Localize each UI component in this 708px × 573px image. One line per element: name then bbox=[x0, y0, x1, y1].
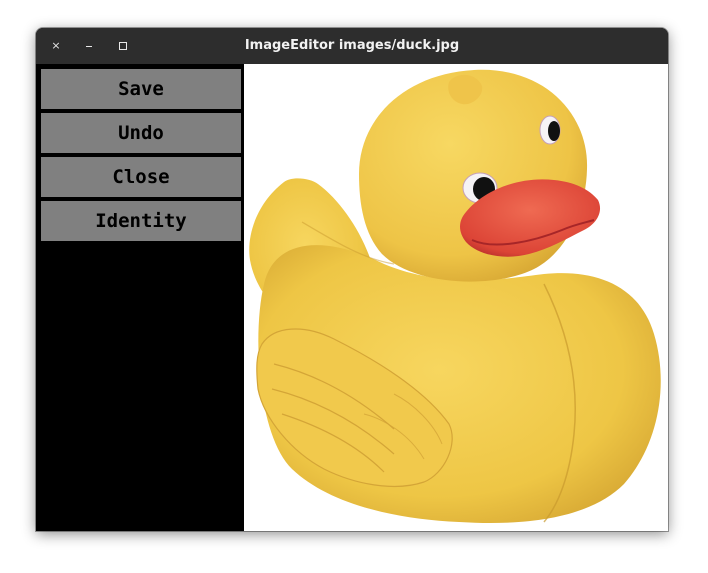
maximize-window-button[interactable] bbox=[116, 39, 130, 53]
duck-image bbox=[244, 64, 668, 531]
undo-button[interactable]: Undo bbox=[41, 113, 241, 153]
title-bar[interactable]: × ImageEditor images/duck.jpg bbox=[36, 28, 668, 64]
content-area: Save Undo Close Identity bbox=[36, 64, 668, 531]
image-editor-window: × ImageEditor images/duck.jpg Save Undo … bbox=[36, 28, 668, 531]
close-icon: × bbox=[51, 39, 61, 52]
sidebar: Save Undo Close Identity bbox=[36, 64, 244, 531]
maximize-icon bbox=[119, 42, 127, 50]
image-canvas[interactable] bbox=[244, 64, 668, 531]
close-button[interactable]: Close bbox=[41, 157, 241, 197]
window-title: ImageEditor images/duck.jpg bbox=[244, 38, 460, 53]
save-button[interactable]: Save bbox=[41, 69, 241, 109]
close-window-button[interactable]: × bbox=[49, 39, 63, 53]
minimize-window-button[interactable] bbox=[82, 39, 96, 53]
minimize-icon bbox=[86, 46, 92, 47]
identity-button[interactable]: Identity bbox=[41, 201, 241, 241]
